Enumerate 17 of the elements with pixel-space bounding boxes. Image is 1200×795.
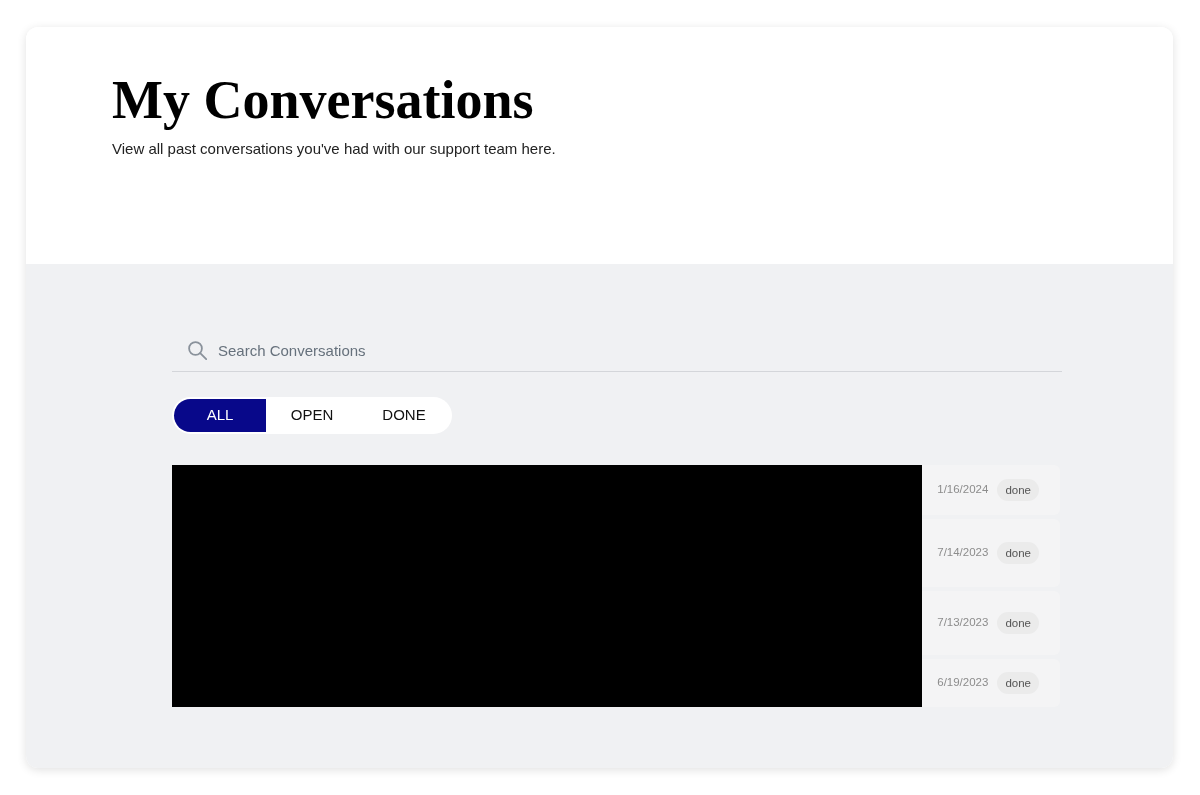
conversation-row[interactable]: 7/14/2023 done xyxy=(922,519,1060,587)
page-subtitle: View all past conversations you've had with our support team here. xyxy=(112,139,557,159)
search-field[interactable]: Search Conversations xyxy=(218,330,1062,371)
conversation-date: 7/13/2023 xyxy=(937,615,989,631)
page-title: My Conversations xyxy=(112,69,535,132)
status-badge: done xyxy=(997,479,1039,501)
conversation-date: 6/19/2023 xyxy=(937,675,989,691)
conversation-row[interactable]: 1/16/2024 done xyxy=(922,465,1060,515)
conversation-row[interactable]: 6/19/2023 done xyxy=(922,659,1060,707)
status-badge: done xyxy=(997,612,1039,634)
status-badge: done xyxy=(997,542,1039,564)
conversation-row[interactable]: 7/13/2023 done xyxy=(922,591,1060,655)
conversation-date: 7/14/2023 xyxy=(937,545,989,561)
conversation-date: 1/16/2024 xyxy=(937,482,989,498)
search-icon xyxy=(188,341,207,360)
status-badge: done xyxy=(997,672,1039,694)
filter-tab[interactable]: ALL xyxy=(174,399,266,432)
